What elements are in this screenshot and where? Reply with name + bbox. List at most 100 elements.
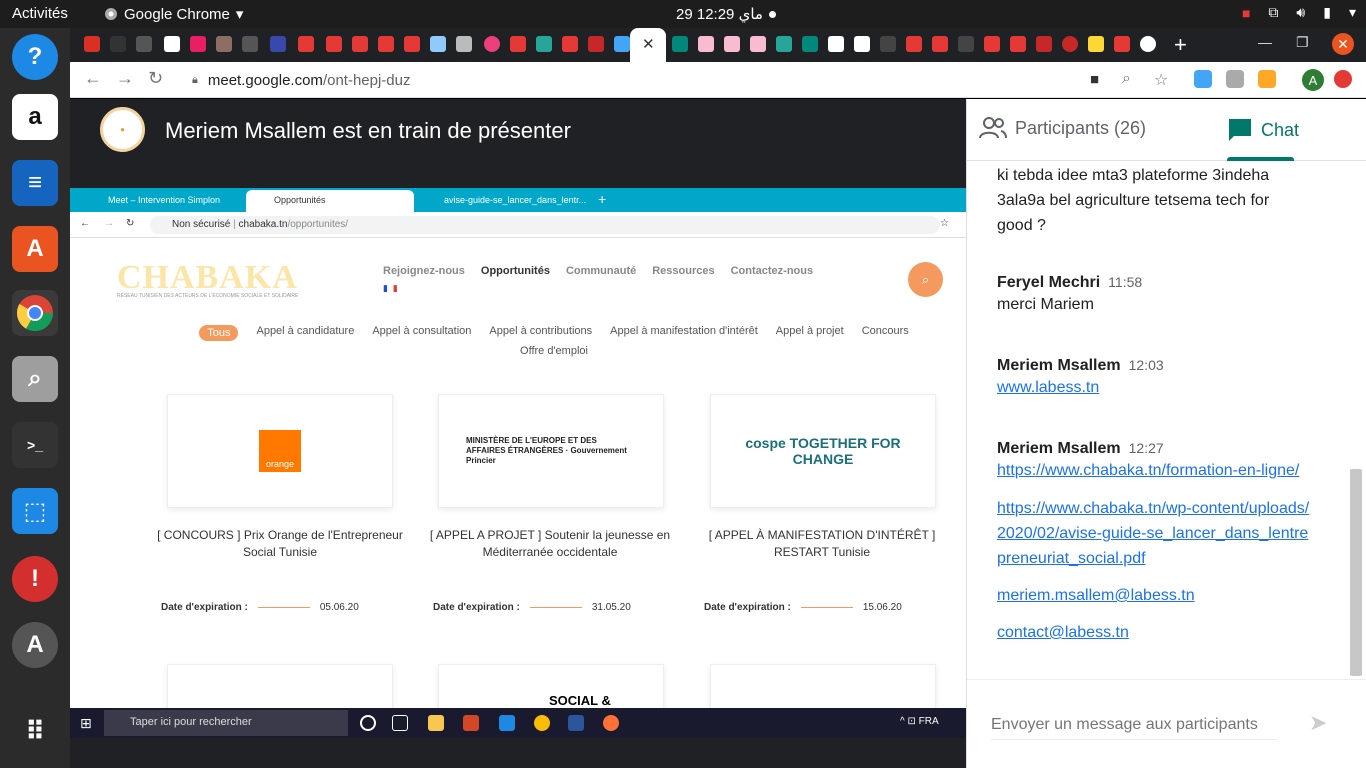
tab[interactable] — [750, 36, 766, 52]
tab[interactable] — [270, 36, 286, 52]
message-link[interactable]: www.labess.tn — [997, 375, 1327, 400]
tab[interactable] — [242, 36, 258, 52]
extension-icon[interactable] — [1194, 70, 1212, 88]
tab[interactable] — [1062, 36, 1078, 52]
minimize-button[interactable]: — — [1258, 34, 1272, 50]
tab[interactable] — [588, 36, 604, 52]
youtube-tab[interactable] — [562, 36, 578, 52]
tab[interactable] — [880, 36, 896, 52]
shared-tab-active: Opportunités — [246, 190, 414, 212]
battery-icon: ▮ — [1323, 4, 1331, 20]
tab-chat[interactable]: Chat — [1227, 117, 1299, 143]
youtube-tab[interactable] — [510, 36, 526, 52]
reload-button[interactable]: ↻ — [148, 68, 163, 89]
terminal-icon[interactable]: >_ — [12, 422, 58, 468]
shared-url-host: chabaka.tn — [238, 219, 288, 230]
system-tray[interactable]: ■ ⧉ 🔊︎ ▮ ▾ — [1242, 4, 1356, 21]
message-link[interactable]: https://www.chabaka.tn/wp-content/upload… — [997, 496, 1315, 571]
tab[interactable] — [536, 36, 552, 52]
youtube-tab[interactable] — [906, 36, 922, 52]
app-grid-icon[interactable]: ⠿ — [12, 708, 58, 754]
chat-message-input[interactable] — [991, 710, 1277, 740]
send-icon[interactable]: ➤ — [1309, 710, 1327, 736]
tab[interactable] — [854, 36, 870, 52]
extension-icon[interactable] — [1226, 70, 1244, 88]
maximize-button[interactable]: ❐ — [1296, 34, 1309, 51]
youtube-tab[interactable] — [326, 36, 342, 52]
camera-icon[interactable]: ■ — [1090, 71, 1099, 88]
tab[interactable] — [614, 36, 630, 52]
tab[interactable] — [136, 36, 152, 52]
tab[interactable] — [216, 36, 232, 52]
filter-item: Appel à manifestation d'intérêt — [610, 325, 758, 337]
tab[interactable] — [958, 36, 974, 52]
youtube-tab[interactable] — [378, 36, 394, 52]
google-tab[interactable] — [1140, 36, 1156, 52]
filter-bar: Tous Appel à candidature Appel à consult… — [184, 325, 924, 357]
appstore-icon[interactable]: A — [12, 622, 58, 668]
amazon-icon[interactable]: a — [12, 94, 58, 140]
card-image — [710, 664, 936, 708]
tab[interactable] — [828, 36, 844, 52]
software-icon[interactable]: A — [12, 226, 58, 272]
tab[interactable] — [190, 36, 206, 52]
message-link[interactable]: contact@labess.tn — [997, 620, 1327, 645]
message-link[interactable]: https://www.chabaka.tn/formation-en-lign… — [997, 458, 1327, 483]
new-tab-button[interactable]: + — [1174, 32, 1187, 58]
tab[interactable] — [776, 36, 792, 52]
tab[interactable] — [456, 36, 472, 52]
exp-date: 15.06.20 — [862, 602, 902, 613]
extension-icon[interactable] — [1258, 70, 1276, 88]
exp-date: 31.05.20 — [591, 602, 631, 613]
updates-icon[interactable]: ! — [12, 556, 58, 602]
back-button[interactable]: ← — [84, 68, 102, 89]
meet-tab[interactable] — [802, 36, 818, 52]
tab[interactable] — [430, 36, 446, 52]
dribbble-tab[interactable] — [484, 36, 500, 52]
medium-tab[interactable] — [164, 36, 180, 52]
filter-item: Concours — [861, 325, 909, 337]
youtube-tab[interactable] — [352, 36, 368, 52]
close-icon[interactable]: ✕ — [642, 35, 655, 53]
magnifier-icon[interactable]: ⌕ — [12, 356, 58, 402]
plus-icon: + — [598, 191, 607, 207]
youtube-tab[interactable] — [1010, 36, 1026, 52]
card-image: SOCIAL & — [438, 664, 664, 708]
youtube-tab[interactable] — [984, 36, 1000, 52]
youtube-tab[interactable] — [932, 36, 948, 52]
network-icon: ⧉ — [1268, 4, 1279, 20]
message-link[interactable]: meriem.msallem@labess.tn — [997, 583, 1327, 608]
tab[interactable] — [724, 36, 740, 52]
screenshot-icon[interactable]: ⬚ — [12, 488, 58, 534]
tab[interactable] — [298, 36, 314, 52]
youtube-tab[interactable] — [404, 36, 420, 52]
expiration-row: Date d'expiration : 15.06.20 — [704, 602, 902, 613]
address-bar[interactable]: 🔒︎ meet.google.com/ont-hepj-duz — [182, 66, 1192, 94]
tab-strip: ✕ + — ❐ ✕ — [70, 28, 1366, 62]
tab[interactable] — [1036, 36, 1052, 52]
help-icon[interactable]: ? — [12, 34, 58, 80]
gmail-tab[interactable] — [84, 36, 100, 52]
url-host: meet.google.com — [207, 71, 323, 89]
tab-active-meet[interactable]: ✕ — [630, 28, 666, 62]
tab[interactable] — [110, 36, 126, 52]
chat-scrollbar[interactable] — [1350, 469, 1362, 676]
tab[interactable] — [1088, 36, 1104, 52]
tab-participants[interactable]: Participants (26) — [979, 117, 1146, 139]
clock[interactable]: 29 ماي 12:29 — [676, 5, 776, 23]
bookmark-star-icon[interactable]: ☆ — [1154, 70, 1168, 90]
zoom-icon[interactable]: ⌕ — [1122, 70, 1131, 88]
activities-button[interactable]: Activités — [12, 5, 68, 22]
tab[interactable] — [698, 36, 714, 52]
message-sender: Meriem Msallem — [997, 357, 1121, 374]
chrome-icon[interactable] — [12, 290, 58, 336]
filter-tous: Tous — [199, 325, 239, 341]
profile-avatar[interactable]: A — [1302, 69, 1324, 91]
app-menu[interactable]: Google Chrome ▾ — [104, 5, 243, 23]
youtube-tab[interactable] — [1114, 36, 1130, 52]
writer-icon[interactable]: ≡ — [12, 160, 58, 206]
window-close-button[interactable]: ✕ — [1332, 33, 1354, 55]
update-icon[interactable] — [1334, 70, 1352, 88]
forward-button[interactable]: → — [116, 68, 134, 89]
meet-tab[interactable] — [672, 36, 688, 52]
